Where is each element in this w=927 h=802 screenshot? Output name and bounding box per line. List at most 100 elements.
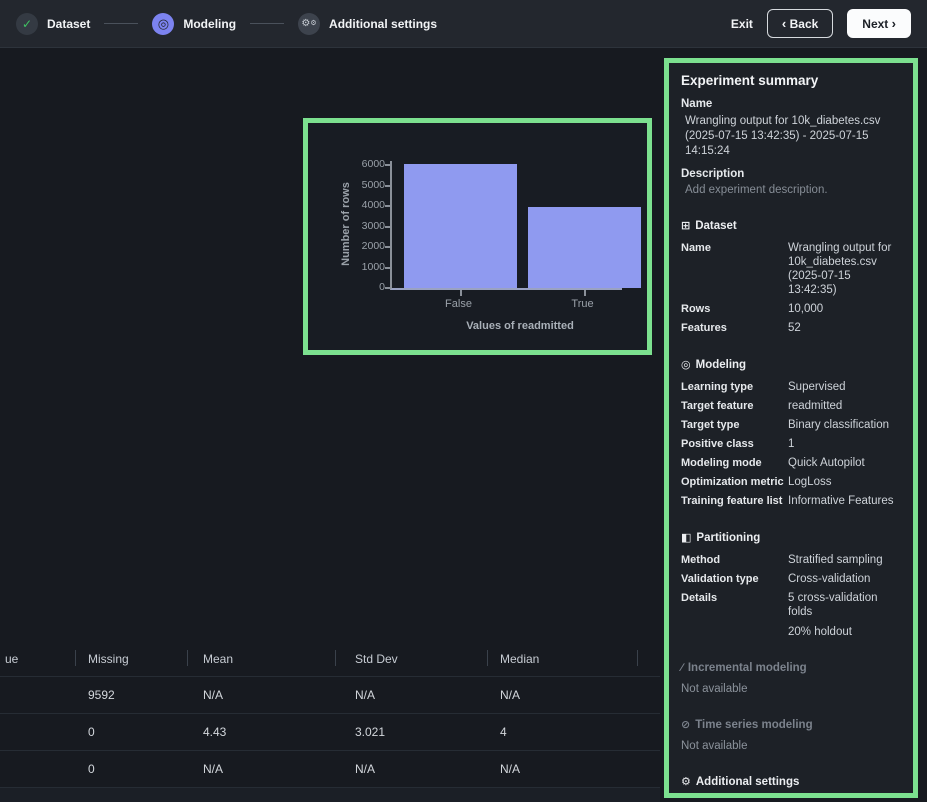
y-tick-label: 1000: [345, 261, 385, 273]
summary-label: Modeling mode: [681, 456, 788, 470]
panel-section-incremental-modeling: ∕Incremental modelingNot available: [681, 662, 901, 695]
section-title: ⊘Time series modeling: [681, 718, 901, 731]
summary-value: 10,000: [788, 302, 901, 316]
panel-section-modeling: ◎ModelingLearning typeSupervisedTarget f…: [681, 358, 901, 508]
y-tick-mark: [385, 246, 390, 248]
y-tick-label: 6000: [345, 158, 385, 170]
panel-highlight-frame: Experiment summary Name Wrangling output…: [664, 58, 918, 798]
summary-value: Cross-validation: [788, 572, 901, 586]
table-cell: N/A: [500, 762, 520, 776]
summary-value: Informative Features: [788, 494, 901, 508]
column-header[interactable]: Median: [500, 652, 539, 666]
chart-highlight-frame: Number of rows 0100020003000400050006000…: [303, 118, 652, 355]
column-resize-handle[interactable]: [75, 650, 76, 666]
summary-label: Method: [681, 553, 788, 567]
summary-label: Optimization metric: [681, 475, 788, 489]
description-label: Description: [681, 168, 901, 180]
column-header[interactable]: Mean: [203, 652, 233, 666]
summary-label: Details: [681, 591, 788, 639]
summary-row: Target featurereadmitted: [681, 399, 901, 413]
table-cell: N/A: [355, 688, 375, 702]
summary-label: Training feature list: [681, 494, 788, 508]
next-button[interactable]: Next ›: [847, 9, 911, 38]
table-body: 9592N/AN/AN/A04.433.02140N/AN/AN/A: [0, 676, 660, 787]
y-tick-label: 3000: [345, 220, 385, 232]
x-tick-mark: [460, 290, 462, 296]
check-icon: ✓: [16, 13, 38, 35]
partition-icon: ◧: [681, 532, 691, 544]
summary-label: Features: [681, 321, 788, 335]
column-header[interactable]: ue: [5, 652, 18, 666]
back-button[interactable]: ‹ Back: [767, 9, 833, 38]
step-additional-settings[interactable]: ⚙⚙ Additional settings: [298, 13, 437, 35]
table-row-partial[interactable]: [0, 787, 660, 802]
summary-value: LogLoss: [788, 475, 901, 489]
panel-section-partitioning: ◧PartitioningMethodStratified samplingVa…: [681, 531, 901, 639]
y-tick-mark: [385, 205, 390, 207]
step-dataset[interactable]: ✓ Dataset: [16, 13, 90, 35]
summary-label: Target type: [681, 418, 788, 432]
summary-label: Validation type: [681, 572, 788, 586]
name-label: Name: [681, 98, 901, 110]
section-status: No settings applied: [681, 797, 901, 798]
summary-value: Binary classification: [788, 418, 901, 432]
table-icon: ⊞: [681, 220, 690, 232]
column-header[interactable]: Std Dev: [355, 652, 398, 666]
table-cell: N/A: [203, 688, 223, 702]
table-row[interactable]: 04.433.0214: [0, 713, 660, 750]
column-resize-handle[interactable]: [335, 650, 336, 666]
section-title: ∕Incremental modeling: [681, 662, 901, 674]
summary-value: Quick Autopilot: [788, 456, 901, 470]
y-tick-label: 4000: [345, 199, 385, 211]
exit-button[interactable]: Exit: [731, 17, 753, 31]
table-row[interactable]: 9592N/AN/AN/A: [0, 676, 660, 713]
table-cell: 0: [88, 762, 95, 776]
summary-value: 52: [788, 321, 901, 335]
chart-x-axis-title: Values of readmitted: [400, 320, 640, 332]
feature-stats-table: ueMissingMeanStd DevMedian 9592N/AN/AN/A…: [0, 642, 660, 802]
summary-value: readmitted: [788, 399, 901, 413]
panel-section-time-series-modeling: ⊘Time series modeling Not available: [681, 718, 901, 752]
main-content: Number of rows 0100020003000400050006000…: [0, 48, 927, 802]
y-tick-mark: [385, 164, 390, 166]
column-resize-handle[interactable]: [487, 650, 488, 666]
summary-row: Modeling modeQuick Autopilot: [681, 456, 901, 470]
y-tick-label: 5000: [345, 179, 385, 191]
summary-label: Rows: [681, 302, 788, 316]
x-tick-label: False: [414, 298, 504, 310]
y-tick-mark: [385, 185, 390, 187]
panel-section-additional-settings: ⚙Additional settingsNo settings applied: [681, 775, 901, 798]
step-modeling[interactable]: ◎ Modeling: [152, 13, 236, 35]
top-bar: ✓ Dataset ◎ Modeling ⚙⚙ Additional setti…: [0, 0, 927, 48]
column-header[interactable]: Missing: [88, 652, 129, 666]
y-tick-label: 2000: [345, 240, 385, 252]
summary-value: 5 cross-validation folds20% holdout: [788, 591, 901, 639]
table-row[interactable]: 0N/AN/AN/A: [0, 750, 660, 787]
description-input[interactable]: Add experiment description.: [685, 184, 901, 196]
column-resize-handle[interactable]: [187, 650, 188, 666]
chevron-right-icon: ›: [892, 16, 896, 31]
wizard-stepper: ✓ Dataset ◎ Modeling ⚙⚙ Additional setti…: [16, 13, 731, 35]
summary-row: NameWrangling output for 10k_diabetes.cs…: [681, 241, 901, 297]
summary-row: Features52: [681, 321, 901, 335]
summary-row: MethodStratified sampling: [681, 553, 901, 567]
chart-plot: 0100020003000400050006000: [390, 161, 622, 290]
y-tick-mark: [385, 226, 390, 228]
gears-icon: ⚙⚙: [298, 13, 320, 35]
section-status: Not available: [681, 740, 901, 752]
slash-icon: ⊘: [681, 719, 690, 731]
experiment-summary-panel: Experiment summary Name Wrangling output…: [669, 63, 913, 798]
table-cell: 3.021: [355, 725, 385, 739]
y-tick-mark: [385, 287, 390, 289]
summary-row: Training feature listInformative Feature…: [681, 494, 901, 508]
step-dataset-label: Dataset: [47, 17, 90, 31]
summary-value: 1: [788, 437, 901, 451]
summary-row: Learning typeSupervised: [681, 380, 901, 394]
panel-section-dataset: ⊞DatasetNameWrangling output for 10k_dia…: [681, 219, 901, 335]
summary-label: Positive class: [681, 437, 788, 451]
panel-sections: ⊞DatasetNameWrangling output for 10k_dia…: [681, 219, 901, 798]
summary-row: Optimization metricLogLoss: [681, 475, 901, 489]
column-resize-handle[interactable]: [637, 650, 638, 666]
step-connector: [104, 23, 138, 24]
target-feature-chart: Number of rows 0100020003000400050006000…: [308, 123, 647, 350]
